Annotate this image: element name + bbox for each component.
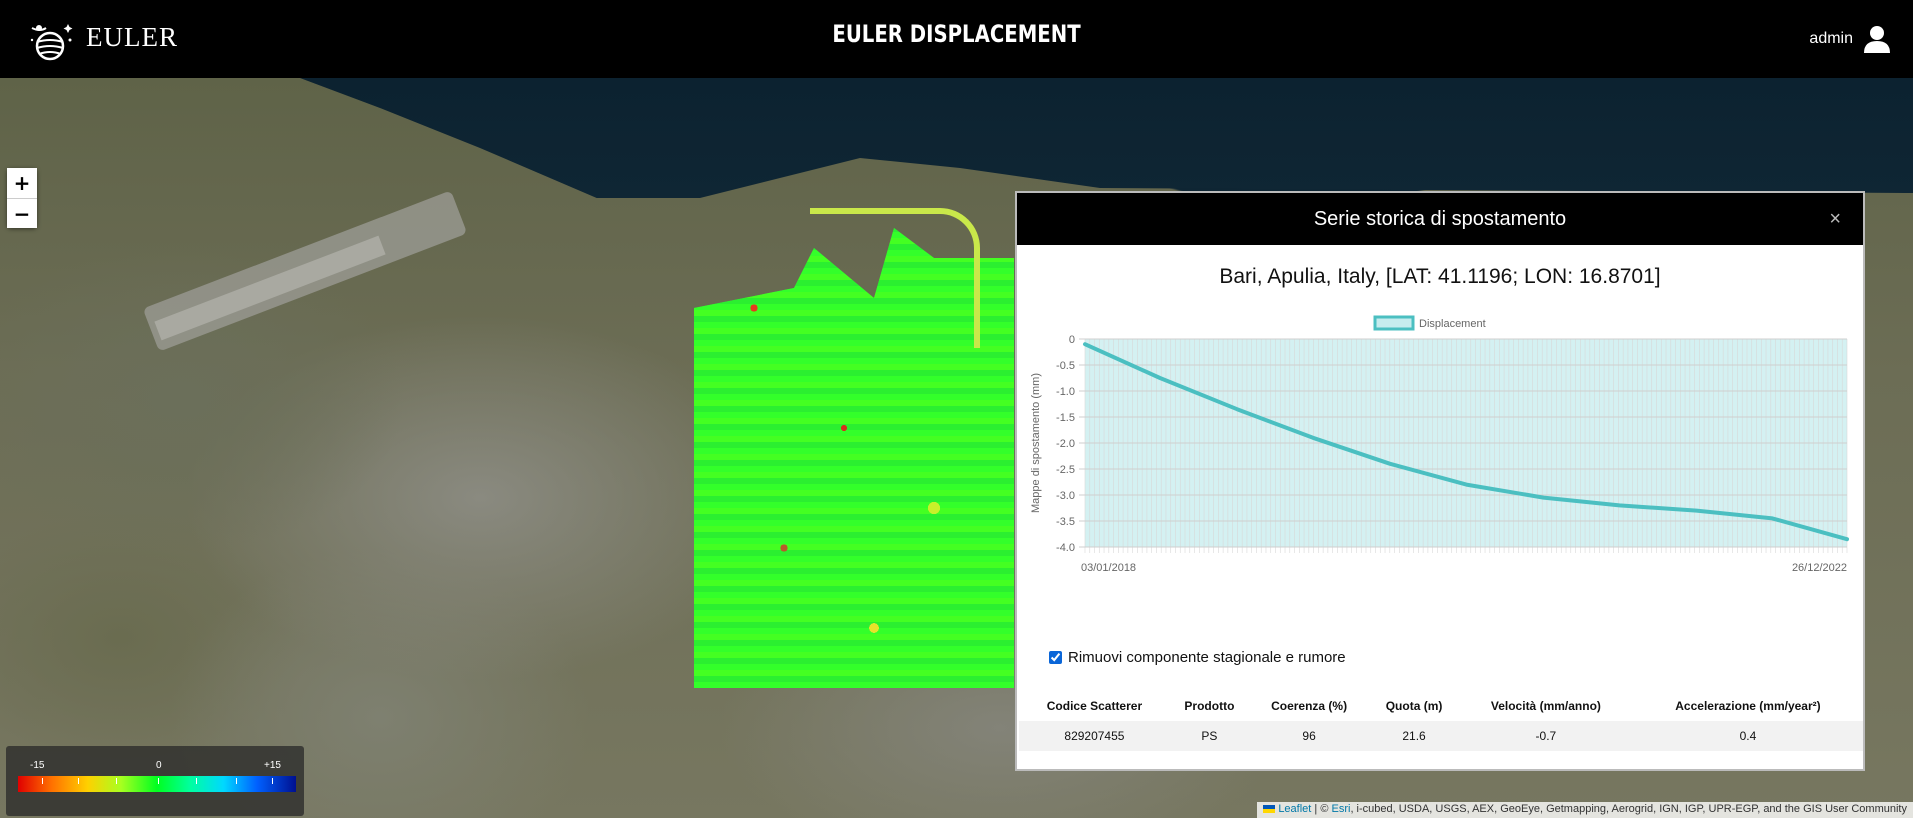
table-header-row: Codice Scatterer Prodotto Coerenza (%) Quot… [1019, 691, 1863, 721]
table-cell: -0.7 [1458, 721, 1633, 751]
y-tick-label: -2.5 [1056, 464, 1075, 476]
legend-tick [78, 778, 79, 784]
location-label: Bari, Apulia, Italy, [LAT: 41.1196; LON:… [1219, 265, 1661, 288]
ukraine-flag-icon [1263, 805, 1276, 814]
map-airport-taxiway [154, 235, 386, 341]
legend-min-label: -15 [30, 760, 45, 771]
legend-max-label: +15 [264, 760, 281, 771]
brand-name: EULER [86, 21, 178, 52]
legend-mid-label: 0 [156, 760, 162, 771]
seasonal-noise-checkbox[interactable] [1049, 651, 1062, 664]
table-header-cell: Coerenza (%) [1271, 699, 1348, 713]
y-tick-label: -3.0 [1056, 490, 1075, 502]
top-bar: EULER EULER DISPLACEMENT admin [0, 0, 1913, 78]
close-icon[interactable]: × [1829, 193, 1841, 245]
displacement-modal: Serie storica di spostamento × Bari, Apu… [1015, 191, 1865, 771]
legend-color-bar [18, 776, 296, 792]
map-sea-area [0, 78, 1913, 198]
table-header-cell: Quota (m) [1385, 699, 1443, 713]
legend-tick [158, 778, 159, 784]
user-icon[interactable] [1863, 24, 1891, 54]
x-tick-label: 03/01/2018 [1081, 562, 1136, 574]
user-menu[interactable]: admin [1809, 24, 1891, 54]
zoom-out-button[interactable]: − [7, 198, 37, 228]
zoom-in-button[interactable]: + [7, 168, 37, 198]
y-tick-label: -4.0 [1056, 542, 1075, 554]
seasonal-noise-label: Rimuovi componente stagionale e rumore [1068, 649, 1346, 666]
seasonal-noise-option[interactable]: Rimuovi componente stagionale e rumore [1049, 649, 1346, 666]
y-tick-label: -1.5 [1056, 412, 1075, 424]
table-cell: 829207455 [1019, 721, 1170, 751]
attribution-separator: | © [1311, 803, 1332, 815]
x-tick-label: 26/12/2022 [1792, 562, 1847, 574]
legend-swatch [1373, 315, 1415, 331]
zoom-control: + − [7, 168, 37, 228]
table-cell: 21.6 [1369, 721, 1459, 751]
legend-tick [272, 778, 273, 784]
y-tick-label: -1.0 [1056, 386, 1075, 398]
y-tick-label: -0.5 [1056, 360, 1075, 372]
table-header-cell: Codice Scatterer [1046, 699, 1143, 713]
y-tick-label: -2.0 [1056, 438, 1075, 450]
legend-tick [42, 778, 43, 784]
scatterer-table: Codice Scatterer Prodotto Coerenza (%) Quot… [1019, 691, 1863, 751]
legend-tick [236, 778, 237, 784]
modal-title: Serie storica di spostamento [1313, 208, 1567, 230]
user-name: admin [1809, 30, 1853, 47]
legend-tick [116, 778, 117, 784]
table-cell: PS [1169, 721, 1249, 751]
modal-header: Serie storica di spostamento × [1017, 193, 1863, 245]
table-cell: 0.4 [1632, 721, 1863, 751]
legend-tick [196, 778, 197, 784]
y-axis-label: Mappe di spostamento (mm) [1030, 373, 1042, 513]
table-cell: 96 [1248, 721, 1370, 751]
esri-link[interactable]: Esri [1331, 803, 1350, 815]
legend-label: Displacement [1419, 318, 1486, 330]
planet-logo-icon [30, 24, 73, 61]
map-harbor-scatterers[interactable] [810, 208, 980, 348]
table-header-cell: Accelerazione (mm/year²) [1675, 699, 1821, 713]
y-tick-label: -3.5 [1056, 516, 1075, 528]
table-header-cell: Velocità (mm/anno) [1490, 699, 1601, 713]
table-row[interactable]: 829207455 PS 96 21.6 -0.7 0.4 [1019, 721, 1863, 751]
y-tick-label: 0 [1069, 334, 1075, 346]
legend-ticks: -15 0 +15 [22, 760, 296, 774]
displacement-chart: 0 -0.5 -1.0 -1.5 -2.0 -2.5 -3.0 -3.5 -4.0 03/01/2… [1030, 315, 1849, 574]
table-header-cell: Prodotto [1184, 699, 1235, 713]
map-attribution: Leaflet | © Esri, i-cubed, USDA, USGS, A… [1257, 802, 1913, 818]
leaflet-link[interactable]: Leaflet [1278, 803, 1311, 815]
attribution-text: , i-cubed, USDA, USGS, AEX, GeoEye, Getm… [1350, 803, 1907, 815]
brand[interactable]: EULER [28, 18, 178, 66]
color-legend: -15 0 +15 [6, 746, 304, 816]
app-title: EULER DISPLACEMENT [832, 20, 1081, 48]
